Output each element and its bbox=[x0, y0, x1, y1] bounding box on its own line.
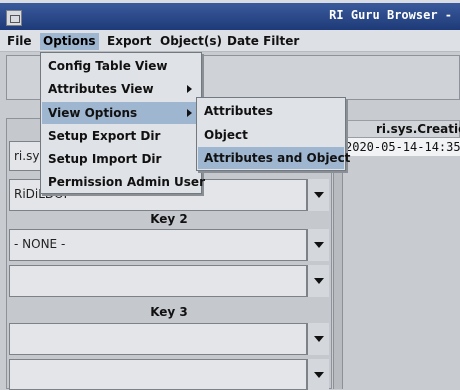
column-header-creation[interactable]: ri.sys.Creation bbox=[345, 120, 460, 138]
key2-attribute-select[interactable]: - NONE - bbox=[9, 229, 307, 261]
key2-value-dropdown-button[interactable] bbox=[307, 265, 329, 297]
submenu-item-object[interactable]: Object bbox=[198, 124, 344, 146]
menu-item-label: Setup Export Dir bbox=[48, 129, 161, 143]
menu-item-label: View Options bbox=[48, 106, 138, 120]
key3-label: Key 3 bbox=[150, 305, 188, 319]
key1-dropdown-button[interactable] bbox=[307, 179, 329, 211]
menu-item-permission-admin-user[interactable]: Permission Admin User bbox=[42, 171, 205, 193]
key1-attribute-value: ri.sy bbox=[14, 149, 40, 163]
key3-value-select[interactable] bbox=[9, 359, 307, 390]
menu-options[interactable]: Options bbox=[40, 33, 99, 50]
menu-bar: File Options Export Object(s) Date Filte… bbox=[0, 30, 460, 52]
key3-value-dropdown-button[interactable] bbox=[307, 359, 329, 390]
menu-item-setup-import-dir[interactable]: Setup Import Dir bbox=[42, 148, 200, 170]
submenu-item-attributes[interactable]: Attributes bbox=[198, 100, 344, 122]
options-menu: Config Table View Attributes View View O… bbox=[40, 52, 205, 194]
table-cell[interactable]: 2020-05-14-14:35: bbox=[345, 138, 460, 156]
menu-item-attributes-view[interactable]: Attributes View bbox=[42, 78, 200, 100]
column-header-label: ri.sys.Creation bbox=[376, 122, 460, 136]
key3-attribute-select[interactable] bbox=[9, 323, 307, 355]
submenu-item-label: Object bbox=[204, 128, 248, 142]
menu-item-setup-export-dir[interactable]: Setup Export Dir bbox=[42, 125, 200, 147]
menu-item-view-options[interactable]: View Options bbox=[42, 102, 200, 124]
key2-label: Key 2 bbox=[150, 212, 188, 226]
menu-item-config-table-view[interactable]: Config Table View bbox=[42, 55, 200, 77]
submenu-arrow-icon bbox=[187, 85, 192, 93]
menu-file[interactable]: File bbox=[4, 33, 35, 50]
submenu-item-attributes-and-object[interactable]: Attributes and Object bbox=[198, 147, 350, 169]
title-bar: RI Guru Browser - bbox=[0, 0, 460, 30]
window-title: RI Guru Browser - bbox=[329, 8, 452, 22]
menu-item-label: Config Table View bbox=[48, 59, 168, 73]
table-cell-value: 2020-05-14-14:35: bbox=[345, 140, 460, 154]
submenu-arrow-icon bbox=[187, 109, 192, 117]
window-menu-icon[interactable] bbox=[6, 10, 22, 26]
key2-attribute-dropdown-button[interactable] bbox=[307, 229, 329, 261]
menu-export[interactable]: Export bbox=[104, 33, 154, 50]
key2-attribute-value: - NONE - bbox=[14, 237, 66, 251]
menu-item-label: Permission Admin User bbox=[48, 175, 205, 189]
submenu-item-label: Attributes bbox=[204, 104, 273, 118]
menu-objects[interactable]: Object(s) bbox=[157, 33, 225, 50]
view-options-submenu: Attributes Object Attributes and Object bbox=[196, 97, 350, 171]
key3-attribute-dropdown-button[interactable] bbox=[307, 323, 329, 355]
menu-date-filter[interactable]: Date Filter bbox=[224, 33, 302, 50]
menu-item-label: Attributes View bbox=[48, 82, 154, 96]
key2-value-select[interactable] bbox=[9, 265, 307, 297]
menu-item-label: Setup Import Dir bbox=[48, 152, 162, 166]
submenu-item-label: Attributes and Object bbox=[204, 151, 351, 165]
